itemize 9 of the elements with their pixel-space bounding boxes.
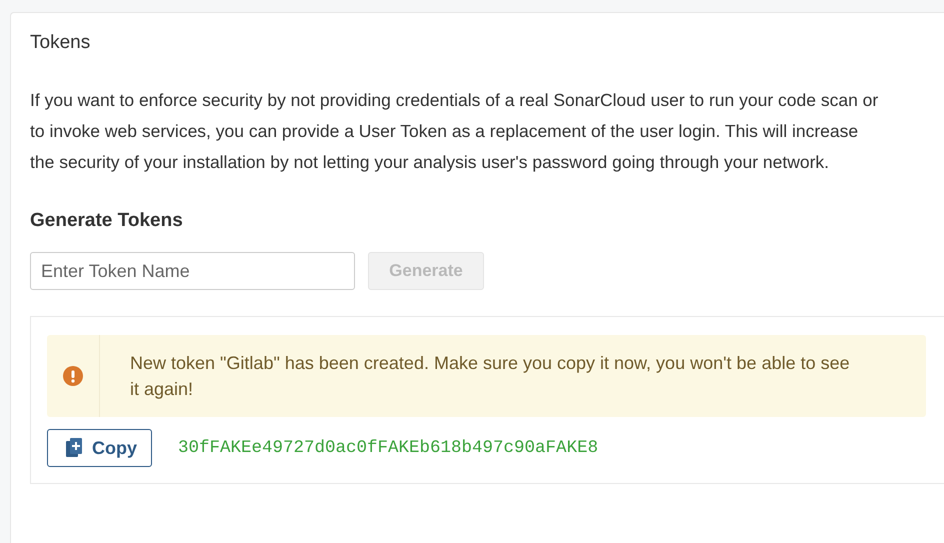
- copy-button[interactable]: Copy: [47, 429, 152, 467]
- token-value: 30fFAKEe49727d0ac0fFAKEb618b497c90aFAKE8: [178, 438, 598, 458]
- exclamation-icon: [63, 366, 83, 386]
- token-name-field[interactable]: Enter Token Name: [30, 252, 355, 290]
- clipboard-icon: [66, 438, 82, 458]
- section-title: Tokens: [30, 31, 92, 55]
- section-heading: Generate Tokens: [30, 209, 184, 233]
- description-text: If you want to enforce security by not providing credentials of a real SonarCloud user to run your code scan or to invoke web services, you can provide a User Token as a replacement of the user login. This will increase the security of your installation by not letting your analysis user's password going through your network.: [30, 89, 880, 174]
- alert-message: New token "Gitlab" has been created. Make sure you copy it now, you won't be able to see it again!: [129, 352, 851, 401]
